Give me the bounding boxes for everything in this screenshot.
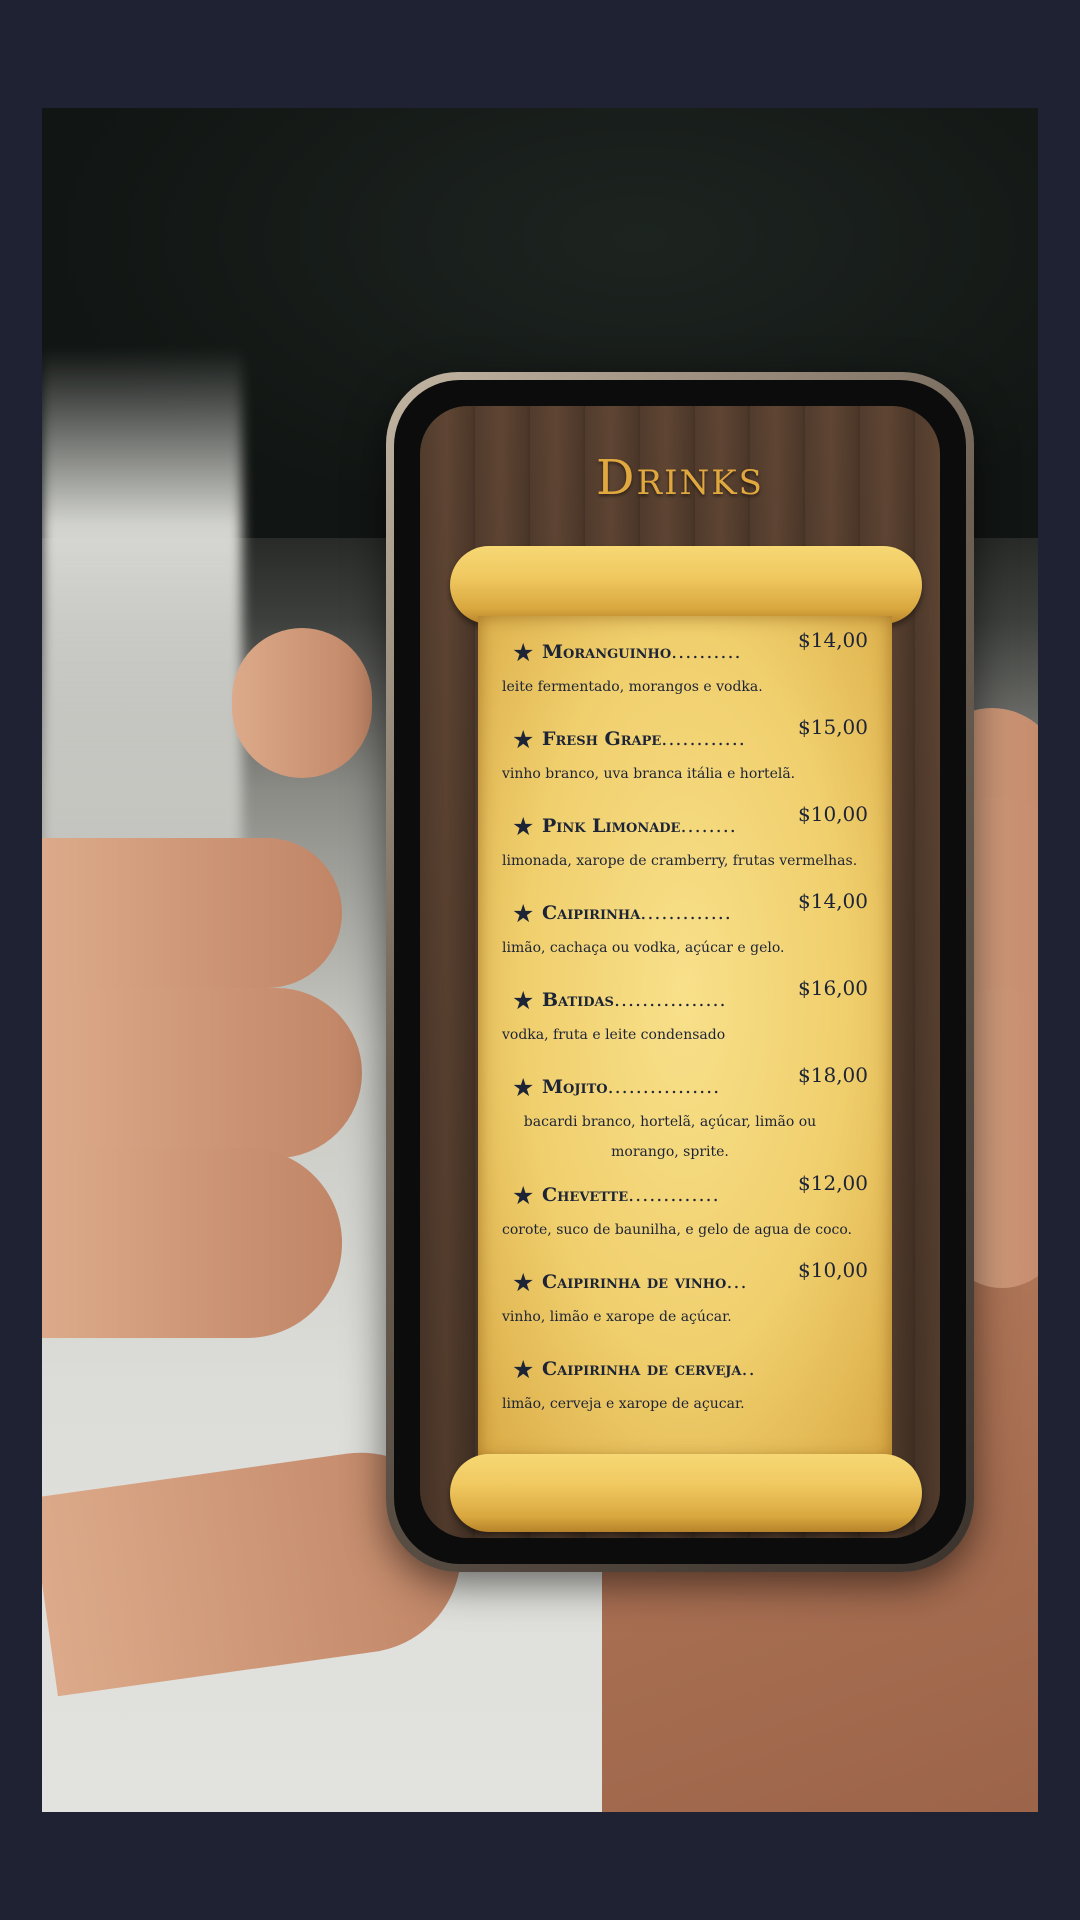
drink-description: vodka, fruta e leite condensado [502, 1027, 726, 1043]
star-icon: ★ [512, 725, 535, 754]
drink-item[interactable]: ★ Fresh Grape............ $15,00 vinho b… [490, 703, 884, 790]
drink-price: $14,00 [798, 628, 868, 652]
star-icon: ★ [512, 899, 535, 928]
drink-item[interactable]: ★ Chevette............. $12,00 corote, s… [490, 1159, 884, 1246]
drink-price: $18,00 [798, 1063, 868, 1087]
left-finger [42, 988, 362, 1158]
drink-price: $15,00 [798, 715, 868, 739]
phone-screen: Drinks ★ Moranguinho.......... $14,00 le… [420, 406, 940, 1538]
leader-dots: .. [741, 1358, 756, 1380]
leader-dots: ........ [680, 815, 737, 837]
drink-name: Pink Limonade [542, 815, 681, 837]
drink-name: Chevette [542, 1184, 629, 1206]
drink-list: ★ Moranguinho.......... $14,00 leite fer… [490, 616, 884, 1420]
phone-bezel: Drinks ★ Moranguinho.......... $14,00 le… [394, 380, 966, 1564]
drink-item[interactable]: ★ Moranguinho.......... $14,00 leite fer… [490, 616, 884, 703]
drink-item[interactable]: ★ Caipirinha de vinho... $10,00 vinho, l… [490, 1246, 884, 1333]
leader-dots: .......... [671, 641, 742, 663]
scroll-roll-top [450, 546, 922, 624]
drink-description: vinho branco, uva branca itália e hortel… [502, 766, 796, 782]
drink-price: $10,00 [798, 1258, 868, 1282]
leader-dots: ............ [661, 728, 746, 750]
drink-description: corote, suco de baunilha, e gelo de agua… [502, 1222, 852, 1238]
star-icon: ★ [512, 1073, 535, 1102]
drink-item[interactable]: ★ Caipirinha............. $14,00 limão, … [490, 877, 884, 964]
leader-dots: ................ [607, 1076, 721, 1098]
drink-description: limão, cachaça ou vodka, açúcar e gelo. [502, 940, 785, 956]
drink-price: $10,00 [798, 802, 868, 826]
star-icon: ★ [512, 1355, 535, 1384]
star-icon: ★ [512, 812, 535, 841]
drink-description: leite fermentado, morangos e vodka. [502, 679, 763, 695]
leader-dots: ............. [640, 902, 732, 924]
drink-item[interactable]: ★ Mojito................ $18,00 bacardi … [490, 1051, 884, 1160]
drink-price: $12,00 [798, 1171, 868, 1195]
drink-description: limonada, xarope de cramberry, frutas ve… [502, 853, 858, 869]
scroll-paper: ★ Moranguinho.......... $14,00 leite fer… [478, 616, 892, 1460]
drink-description: bacardi branco, hortelã, açúcar, limão o… [523, 1114, 817, 1160]
smartphone: Drinks ★ Moranguinho.......... $14,00 le… [386, 372, 974, 1572]
drink-name: Moranguinho [542, 641, 672, 663]
drink-price: $16,00 [798, 976, 868, 1000]
menu-title: Drinks [596, 450, 764, 506]
star-icon: ★ [512, 1181, 535, 1210]
photo-background: Drinks ★ Moranguinho.......... $14,00 le… [42, 108, 1038, 1812]
drink-item[interactable]: ★ Caipirinha de cerveja.. limão, cerveja… [490, 1333, 884, 1420]
drink-description: limão, cerveja e xarope de açucar. [502, 1396, 745, 1412]
drink-name: Batidas [542, 989, 614, 1011]
drink-item[interactable]: ★ Batidas................ $16,00 vodka, … [490, 964, 884, 1051]
leader-dots: ............. [628, 1184, 720, 1206]
left-finger [42, 838, 342, 988]
drink-price: $14,00 [798, 889, 868, 913]
drink-name: Caipirinha de cerveja [542, 1358, 742, 1380]
drink-description: vinho, limão e xarope de açúcar. [502, 1309, 732, 1325]
left-finger [42, 1148, 342, 1338]
drink-name: Caipirinha [542, 902, 641, 924]
leader-dots: ................ [613, 989, 727, 1011]
scroll-roll-bottom [450, 1454, 922, 1532]
left-finger [232, 628, 372, 778]
star-icon: ★ [512, 638, 535, 667]
star-icon: ★ [512, 1268, 535, 1297]
drink-item[interactable]: ★ Pink Limonade........ $10,00 limonada,… [490, 790, 884, 877]
leader-dots: ... [726, 1271, 748, 1293]
star-icon: ★ [512, 986, 535, 1015]
drink-name: Caipirinha de vinho [542, 1271, 727, 1293]
drink-name: Fresh Grape [542, 728, 662, 750]
drink-name: Mojito [542, 1076, 608, 1098]
